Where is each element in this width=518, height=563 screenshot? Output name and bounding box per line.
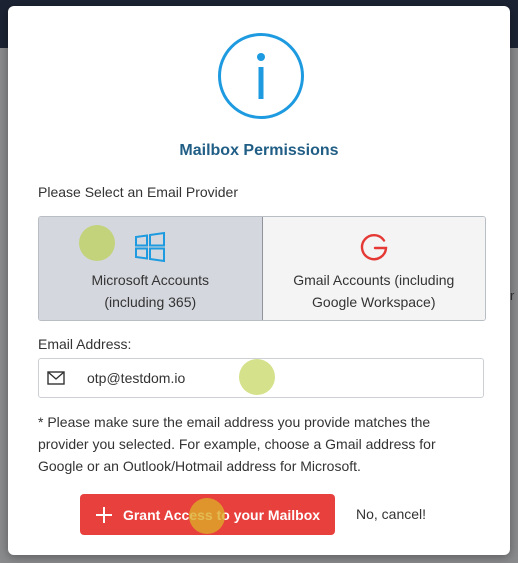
- provider-microsoft-label: Microsoft Accounts: [91, 272, 210, 288]
- click-marker: [239, 359, 275, 395]
- provider-prompt: Please Select an Email Provider: [38, 184, 238, 200]
- mailbox-permissions-dialog: Mailbox Permissions Please Select an Ema…: [8, 6, 510, 555]
- background-text-fragment: r: [510, 288, 515, 303]
- info-icon: [218, 33, 304, 119]
- provider-gmail-sublabel: Google Workspace): [312, 294, 436, 310]
- click-marker: [79, 225, 115, 261]
- provider-gmail-option[interactable]: Gmail Accounts (including Google Workspa…: [262, 217, 485, 320]
- dialog-title: Mailbox Permissions: [179, 142, 339, 159]
- windows-icon: [135, 231, 166, 263]
- cancel-link[interactable]: No, cancel!: [356, 506, 426, 522]
- email-input[interactable]: [87, 367, 467, 389]
- provider-note: * Please make sure the email address you…: [38, 414, 436, 474]
- provider-microsoft-option[interactable]: Microsoft Accounts (including 365): [39, 217, 263, 320]
- click-marker: [189, 498, 225, 534]
- plus-icon: [95, 506, 112, 523]
- email-label: Email Address:: [38, 336, 132, 352]
- provider-gmail-label: Gmail Accounts (including: [293, 272, 455, 288]
- google-icon: [360, 233, 388, 261]
- envelope-icon: [47, 371, 65, 385]
- provider-microsoft-sublabel: (including 365): [104, 294, 197, 310]
